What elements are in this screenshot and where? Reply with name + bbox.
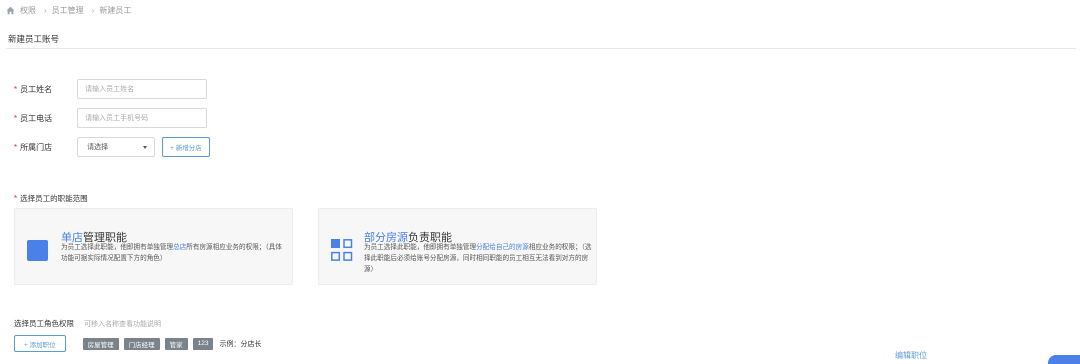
store-select[interactable]: 请选择 xyxy=(77,137,156,157)
add-role-button[interactable]: + 添加职位 xyxy=(14,335,66,352)
required-mark: * xyxy=(14,142,18,152)
grid-icon xyxy=(331,239,353,261)
name-input[interactable] xyxy=(77,79,208,99)
breadcrumb-item-permissions[interactable]: 权限 xyxy=(20,5,36,16)
card-desc-text: 为员工选择此职能，他即拥有单独管理 xyxy=(364,244,477,251)
store-select-value: 请选择 xyxy=(87,144,109,151)
card-desc-highlight: 总店 xyxy=(173,244,187,251)
breadcrumb-item-new-staff: 新建员工 xyxy=(99,5,132,15)
breadcrumb-item-staff-management[interactable]: 员工管理 xyxy=(52,5,84,16)
role-row: + 添加职位 房屋管理 门店经理 管家 123 示例：分店长 xyxy=(14,335,261,352)
form-row-store: * 所属门店 请选择 + 新增分店 xyxy=(14,137,210,157)
chevron-right-icon: › xyxy=(91,5,95,15)
role-title: 选择员工角色权限 xyxy=(14,319,74,328)
phone-label: 员工电话 xyxy=(20,113,53,123)
store-label: 所属门店 xyxy=(20,142,53,152)
card-desc-text: 为员工选择此职能，他即拥有单独管理 xyxy=(61,244,174,251)
card-description: 为员工选择此职能，他即拥有单独管理分配给自己的房源相应业务的权限；（选择此职能后… xyxy=(364,242,592,275)
required-mark: * xyxy=(14,113,18,123)
caret-down-icon xyxy=(143,145,148,149)
add-store-button[interactable]: + 新增分店 xyxy=(162,137,210,157)
role-tag[interactable]: 123 xyxy=(192,337,214,350)
floating-action-button[interactable] xyxy=(1048,355,1080,364)
form-row-phone: * 员工电话 xyxy=(14,108,208,128)
form-row-name: * 员工姓名 xyxy=(14,79,208,99)
required-mark: * xyxy=(14,84,18,94)
card-desc-highlight: 分配给自己的房源 xyxy=(476,244,529,251)
scope-label: 选择员工的职能范围 xyxy=(20,194,88,203)
chevron-right-icon: › xyxy=(44,5,47,15)
role-header: 选择员工角色权限 可移入名称查看功能说明 xyxy=(14,318,161,329)
role-example: 示例：分店长 xyxy=(219,340,262,348)
scope-card-partial-rooms[interactable]: 部分房源负责职能 为员工选择此职能，他即拥有单独管理分配给自己的房源相应业务的权… xyxy=(318,208,597,285)
breadcrumb: 权限 › 员工管理 › 新建员工 xyxy=(6,5,131,15)
edit-role-link[interactable]: 编辑职位 xyxy=(895,350,927,361)
required-mark: * xyxy=(14,194,18,203)
role-tag[interactable]: 管家 xyxy=(164,337,188,350)
role-hint: 可移入名称查看功能说明 xyxy=(84,320,161,328)
name-label: 员工姓名 xyxy=(20,84,53,94)
page-title: 新建员工账号 xyxy=(8,34,60,44)
role-tag[interactable]: 房屋管理 xyxy=(82,337,119,350)
divider xyxy=(6,48,1076,49)
home-icon[interactable] xyxy=(6,6,15,15)
card-description: 为员工选择此职能，他即拥有单独管理总店所有房源相应业务的权限；（具体功能可据实际… xyxy=(61,242,287,264)
scope-card-single-store[interactable]: 单店管理职能 为员工选择此职能，他即拥有单独管理总店所有房源相应业务的权限；（具… xyxy=(14,208,293,285)
phone-input[interactable] xyxy=(77,108,208,128)
square-icon xyxy=(27,240,48,261)
role-tag[interactable]: 门店经理 xyxy=(123,337,160,350)
scope-label-row: * 选择员工的职能范围 xyxy=(14,193,88,204)
